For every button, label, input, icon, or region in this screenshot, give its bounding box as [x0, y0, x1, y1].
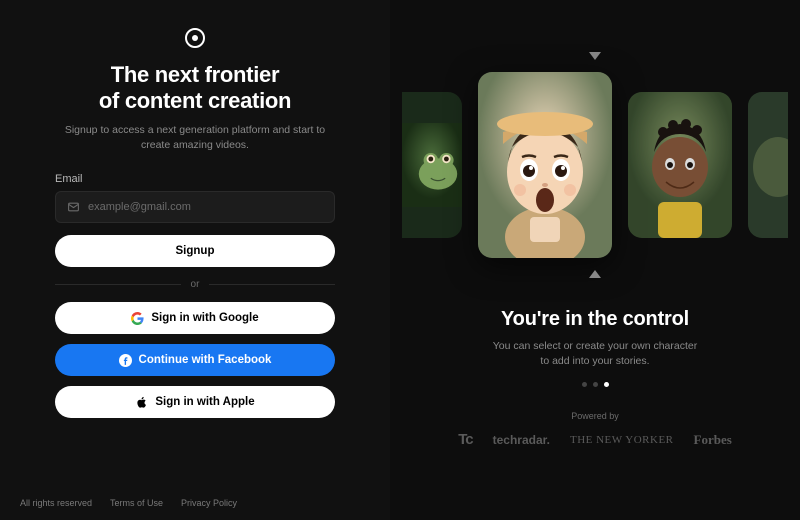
carousel-card-center[interactable] — [478, 72, 612, 258]
character-partial-illustration — [748, 92, 788, 238]
terms-link[interactable]: Terms of Use — [110, 498, 163, 508]
google-icon — [131, 312, 144, 325]
email-field[interactable] — [55, 191, 335, 223]
carousel-next-icon[interactable] — [589, 270, 601, 278]
envelope-icon — [67, 201, 80, 214]
google-button-label: Sign in with Google — [151, 312, 258, 324]
character-boy-illustration — [628, 92, 732, 238]
signup-button-label: Signup — [176, 245, 215, 257]
dot-active[interactable] — [604, 382, 609, 387]
apple-button-label: Sign in with Apple — [155, 396, 254, 408]
privacy-link[interactable]: Privacy Policy — [181, 498, 237, 508]
character-frog-illustration — [402, 92, 462, 238]
carousel-card-side[interactable] — [628, 92, 732, 238]
dot[interactable] — [593, 382, 598, 387]
social-buttons: Sign in with Google Continue with Facebo… — [55, 302, 335, 418]
apple-signin-button[interactable]: Sign in with Apple — [55, 386, 335, 418]
google-signin-button[interactable]: Sign in with Google — [55, 302, 335, 334]
brand-logo-icon — [185, 28, 205, 48]
apple-icon — [135, 396, 148, 409]
signup-button[interactable]: Signup — [55, 235, 335, 267]
email-label: Email — [55, 173, 335, 185]
carousel-card-side[interactable] — [402, 92, 462, 238]
brand-logos: Tc techradar. THE NEW YORKER Forbes — [458, 431, 732, 448]
character-girl-illustration — [478, 72, 612, 258]
page-title: The next frontier of content creation — [55, 62, 335, 115]
headline-line1: The next frontier — [111, 62, 279, 87]
powered-by-label: Powered by — [571, 411, 619, 421]
carousel-card-side[interactable] — [748, 92, 788, 238]
headline-line2: of content creation — [99, 88, 291, 113]
email-input-wrap — [55, 191, 335, 223]
facebook-signin-button[interactable]: Continue with Facebook — [55, 344, 335, 376]
techradar-logo: techradar. — [493, 433, 550, 447]
signup-panel: The next frontier of content creation Si… — [0, 0, 390, 520]
carousel-prev-icon[interactable] — [589, 52, 601, 60]
character-carousel — [402, 72, 788, 258]
page-subtitle: Signup to access a next generation platf… — [55, 123, 335, 153]
facebook-icon — [119, 354, 132, 367]
rights-text: All rights reserved — [20, 498, 92, 508]
showcase-title: You're in the control — [501, 308, 689, 331]
divider: or — [55, 279, 335, 290]
showcase-panel: You're in the control You can select or … — [390, 0, 800, 520]
showcase-desc: You can select or create your own charac… — [490, 339, 700, 368]
techcrunch-logo: Tc — [458, 431, 472, 448]
forbes-logo: Forbes — [694, 432, 732, 448]
newyorker-logo: THE NEW YORKER — [570, 434, 674, 446]
carousel-dots — [582, 382, 609, 387]
divider-label: or — [181, 279, 210, 290]
dot[interactable] — [582, 382, 587, 387]
footer-links: All rights reserved Terms of Use Privacy… — [20, 498, 237, 508]
facebook-button-label: Continue with Facebook — [139, 354, 272, 366]
